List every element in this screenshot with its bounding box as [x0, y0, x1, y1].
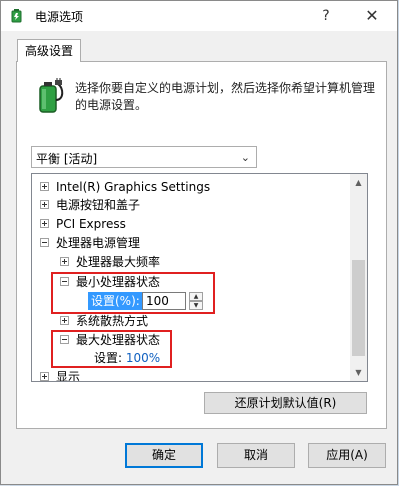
tree-item-processor-power[interactable]: 处理器电源管理 — [40, 234, 140, 252]
plan-description: 选择你要自定义的电源计划，然后选择你希望计算机管理的电源设置。 — [75, 81, 376, 112]
collapse-minus-icon[interactable] — [60, 335, 69, 344]
max-state-setting-row[interactable]: 设置: 100% — [94, 349, 160, 367]
tree-item-max-frequency[interactable]: 处理器最大频率 — [60, 253, 160, 271]
tree-item-label: 电源按钮和盖子 — [56, 198, 141, 212]
spin-down-icon[interactable]: ▼ — [189, 301, 203, 310]
min-state-value-input[interactable]: 100 — [142, 292, 186, 310]
restore-defaults-button[interactable]: 还原计划默认值(R) — [204, 392, 367, 414]
expand-plus-icon[interactable] — [60, 257, 69, 266]
min-state-spinner[interactable]: ▲ ▼ — [189, 292, 203, 310]
tree-item-label: PCI Express — [56, 217, 126, 231]
window-title: 电源选项 — [35, 10, 84, 24]
tree-item-display[interactable]: 显示 — [40, 368, 81, 382]
expand-plus-icon[interactable] — [40, 372, 49, 381]
tree-item-cooling-policy[interactable]: 系统散热方式 — [60, 312, 148, 330]
close-button[interactable]: ✕ — [357, 4, 387, 28]
scroll-up-icon[interactable]: ▲ — [350, 174, 367, 191]
ok-button[interactable]: 确定 — [125, 443, 203, 468]
max-state-setting-label: 设置: — [94, 351, 123, 365]
help-button[interactable]: ? — [313, 5, 339, 27]
tree-item-label: 处理器电源管理 — [56, 236, 141, 250]
battery-plug-icon — [39, 78, 64, 113]
scroll-thumb[interactable] — [352, 260, 365, 356]
tree-item-power-buttons-lid[interactable]: 电源按钮和盖子 — [40, 196, 140, 214]
tree-item-label: Intel(R) Graphics Settings — [56, 180, 211, 194]
power-options-icon — [11, 9, 22, 23]
tree-item-max-processor-state[interactable]: 最大处理器状态 — [60, 331, 160, 349]
expand-plus-icon[interactable] — [40, 219, 49, 228]
collapse-minus-icon[interactable] — [60, 277, 69, 286]
title-bar: 电源选项 ? ✕ — [1, 1, 397, 31]
tree-item-label: 系统散热方式 — [76, 314, 149, 328]
max-state-setting-value[interactable]: 100% — [126, 351, 160, 365]
tree-item-label: 处理器最大频率 — [76, 255, 161, 269]
chevron-down-icon: ⌄ — [240, 151, 250, 164]
tree-item-label: 显示 — [56, 370, 81, 382]
collapse-minus-icon[interactable] — [40, 238, 49, 247]
power-options-dialog: 电源选项 ? ✕ 高级设置 选择你要自定义的电源计划，然后选择你希望计算机管理的… — [0, 0, 398, 485]
power-plan-select[interactable]: 平衡 [活动] ⌄ — [31, 146, 257, 168]
tree-item-intel-graphics[interactable]: Intel(R) Graphics Settings — [40, 178, 210, 196]
tree-item-label: 最小处理器状态 — [76, 275, 161, 289]
expand-plus-icon[interactable] — [40, 200, 49, 209]
power-settings-tree[interactable]: Intel(R) Graphics Settings 电源按钮和盖子 PCI E… — [31, 173, 368, 382]
expand-plus-icon[interactable] — [40, 182, 49, 191]
apply-button[interactable]: 应用(A) — [308, 443, 386, 468]
tree-item-label: 最大处理器状态 — [76, 333, 161, 347]
tree-scrollbar[interactable]: ▲ ▼ — [350, 174, 367, 381]
scroll-down-icon[interactable]: ▼ — [350, 364, 367, 381]
cancel-button[interactable]: 取消 — [217, 443, 295, 468]
tab-advanced-settings[interactable]: 高级设置 — [17, 39, 81, 62]
spin-up-icon[interactable]: ▲ — [189, 292, 203, 301]
min-state-setting-label: 设置(%): — [88, 292, 143, 310]
tree-item-min-processor-state[interactable]: 最小处理器状态 — [60, 273, 160, 291]
tree-item-pci-express[interactable]: PCI Express — [40, 215, 126, 233]
power-plan-value: 平衡 [活动] — [36, 152, 98, 166]
expand-plus-icon[interactable] — [60, 316, 69, 325]
